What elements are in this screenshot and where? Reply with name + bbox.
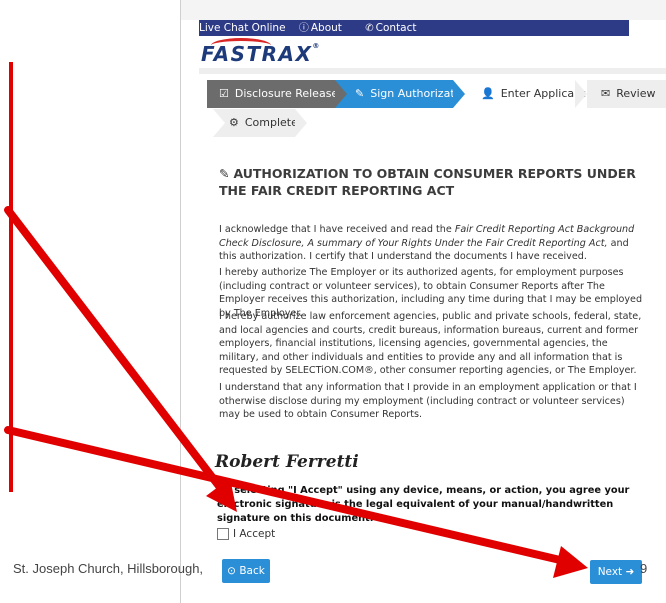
next-arrow-icon: ➜	[622, 566, 635, 578]
back-label: Back	[239, 565, 265, 577]
paragraph-disclosure-use: I understand that any information that I…	[219, 382, 637, 420]
step-sign-authorization[interactable]: ✎ Sign Authorization	[335, 80, 471, 108]
step-label: Disclosure Release	[234, 87, 339, 100]
contact-label: Contact	[375, 22, 417, 34]
step-review[interactable]: ✉ Review	[587, 80, 666, 108]
step-arrow	[575, 80, 587, 108]
step-enter-applicant-info[interactable]: 👤 Enter Applicant Info	[465, 80, 610, 108]
step-disclosure-release[interactable]: ☑ Disclosure Release	[207, 80, 339, 108]
edit-icon: ✎	[355, 87, 365, 100]
window-top-strip	[181, 0, 666, 20]
header-divider	[199, 68, 666, 74]
logo-tm: ®	[312, 42, 321, 50]
back-icon: ⊙	[227, 565, 240, 577]
envelope-icon: ✉	[601, 87, 611, 100]
about-link[interactable]: ⓘ About	[299, 20, 352, 36]
next-label: Next	[597, 566, 623, 578]
step-label: Complete	[244, 116, 298, 129]
paragraph-authorize-agencies: I hereby authorize law enforcement agenc…	[219, 311, 642, 376]
about-label: About	[310, 22, 342, 34]
accept-checkbox-row[interactable]: I Accept	[217, 528, 275, 540]
logo-text: FASTRAX	[201, 42, 313, 66]
live-chat-link[interactable]: Live Chat Online	[199, 20, 286, 36]
browser-window: Live Chat Online ⓘ About ✆ Contact FASTRAX…	[180, 0, 666, 603]
top-nav-bar: Live Chat Online ⓘ About ✆ Contact	[199, 20, 629, 36]
annotation-frame-edge	[9, 62, 13, 492]
step-arrow-notch	[213, 109, 225, 137]
next-button[interactable]: Next ➜	[590, 560, 642, 584]
page-title: ✎ AUTHORIZATION TO OBTAIN CONSUMER REPOR…	[219, 165, 639, 199]
page-title-text: AUTHORIZATION TO OBTAIN CONSUMER REPORTS…	[219, 166, 636, 198]
user-icon: 👤	[481, 87, 495, 100]
step-arrow	[335, 80, 347, 108]
contact-link[interactable]: ✆ Contact	[365, 20, 426, 36]
slide-footer: St. Joseph Church, Hillsborough,	[13, 561, 204, 576]
step-complete[interactable]: ⚙ Complete	[213, 109, 298, 137]
back-button[interactable]: ⊙ Back	[222, 559, 270, 583]
fastrax-logo: FASTRAX®	[201, 42, 321, 66]
esign-notice: By selecting "I Accept" using any device…	[217, 485, 630, 524]
para-text: I acknowledge that I have received and r…	[219, 224, 455, 235]
paragraph-acknowledge: I acknowledge that I have received and r…	[219, 223, 644, 264]
accept-checkbox[interactable]	[217, 528, 229, 540]
step-label: Review	[616, 87, 656, 100]
step-arrow	[453, 80, 465, 108]
phone-icon: ✆	[365, 23, 374, 34]
info-icon: ⓘ	[298, 23, 309, 34]
signature: Robert Ferretti	[215, 452, 359, 472]
cogs-icon: ⚙	[229, 116, 239, 129]
edit-icon: ✎	[219, 166, 234, 181]
slide-number: 9	[640, 561, 648, 576]
step-arrow	[295, 109, 307, 137]
check-square-icon: ☑	[219, 87, 229, 100]
accept-label: I Accept	[233, 528, 276, 540]
